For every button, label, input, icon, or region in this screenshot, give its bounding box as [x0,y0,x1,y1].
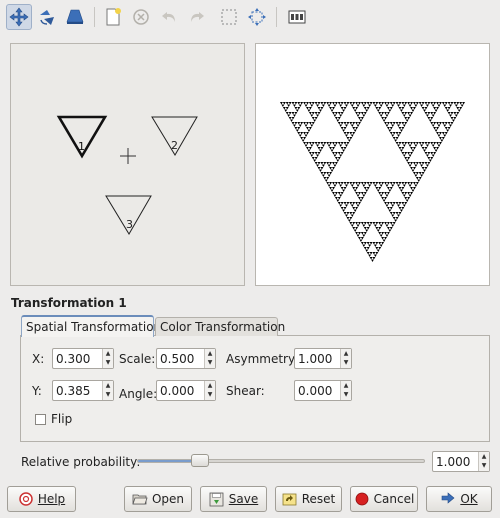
redo-icon [191,12,204,22]
transform-triangle-1[interactable]: 1 [56,115,108,159]
probability-spin-arrows[interactable]: ▲ ▼ [478,452,489,471]
tab-spatial-transformation[interactable]: Spatial Transformation [21,315,161,337]
recompute-center-icon [248,8,266,26]
tab-color-transformation[interactable]: Color Transformation [155,317,285,336]
preview-area [255,43,490,286]
rotate-icon [40,10,54,25]
sierpinski-fractal [280,102,465,262]
reset-button[interactable]: Reset [275,486,342,512]
transform-triangle-3[interactable]: 3 [105,195,152,235]
triangle-label-3: 3 [126,218,133,231]
save-label: Save [228,492,259,506]
open-label: Open [151,492,185,506]
select-all-icon [221,9,237,25]
asymmetry-spinbox[interactable]: 1.000 ▲ ▼ [294,348,352,369]
scale-spin-arrows[interactable]: ▲ ▼ [204,349,215,368]
ok-icon [440,491,456,507]
shear-value: 0.000 [298,384,333,398]
flip-label: Flip [51,412,73,426]
delete-button[interactable] [128,4,154,30]
transformation-title: Transformation 1 [11,296,127,310]
y-spinbox[interactable]: 0.385 ▲ ▼ [52,380,114,401]
ok-label: OK [460,492,478,506]
folder-open-icon [132,491,148,507]
reset-icon [282,491,298,507]
asymmetry-label: Asymmetry: [226,352,299,366]
tab-spatial-label: Spatial Transformation [26,320,162,334]
new-transform-icon [106,8,121,26]
reset-label: Reset [301,492,336,506]
move-icon [9,7,29,27]
select-all-button[interactable] [216,4,242,30]
triangle-label-1: 1 [78,140,85,153]
tab-color-label: Color Transformation [160,320,286,334]
transform-triangle-2[interactable]: 2 [151,116,198,156]
x-label: X: [32,352,45,366]
recompute-center-button[interactable] [244,4,270,30]
probability-slider-handle[interactable] [191,454,209,467]
asymmetry-value: 1.000 [298,352,333,366]
y-value: 0.385 [56,384,91,398]
angle-spin-arrows[interactable]: ▲ ▼ [204,381,215,400]
scale-value: 0.500 [160,352,195,366]
scale-label: Scale: [119,352,156,366]
cancel-label: Cancel [373,492,415,506]
stretch-button[interactable] [62,4,88,30]
flip-checkbox[interactable] [35,414,46,425]
design-canvas[interactable]: 1 2 3 [11,44,246,287]
help-button[interactable]: Help [7,486,76,512]
toolbar-separator [94,7,95,27]
fractal-preview [280,102,465,262]
shear-spinbox[interactable]: 0.000 ▲ ▼ [294,380,352,401]
asymmetry-spin-arrows[interactable]: ▲ ▼ [340,349,351,368]
cancel-button[interactable]: Cancel [350,486,418,512]
angle-value: 0.000 [160,384,195,398]
preview-toggle-icon [288,10,306,24]
rotate-button[interactable] [34,4,60,30]
x-value: 0.300 [56,352,91,366]
shear-label: Shear: [226,384,265,398]
triangle-label-2: 2 [171,139,178,152]
ok-button[interactable]: OK [426,486,492,512]
probability-slider[interactable] [137,459,425,463]
open-button[interactable]: Open [124,486,192,512]
undo-button[interactable] [156,4,182,30]
redo-button[interactable] [184,4,210,30]
probability-label: Relative probability: [21,455,141,469]
help-icon [18,491,34,507]
save-button[interactable]: Save [200,486,267,512]
x-spin-arrows[interactable]: ▲ ▼ [102,349,113,368]
x-spinbox[interactable]: 0.300 ▲ ▼ [52,348,114,369]
preview-toggle-button[interactable] [284,4,310,30]
cancel-icon [354,491,370,507]
probability-spinbox[interactable]: 1.000 ▲ ▼ [432,451,490,472]
save-icon [209,491,225,507]
toolbar-separator [276,7,277,27]
y-label: Y: [32,384,42,398]
shear-spin-arrows[interactable]: ▲ ▼ [340,381,351,400]
y-spin-arrows[interactable]: ▲ ▼ [102,381,113,400]
center-cross-icon[interactable] [120,148,136,164]
stretch-icon [66,9,84,24]
angle-label: Angle: [119,387,158,401]
angle-spinbox[interactable]: 0.000 ▲ ▼ [156,380,216,401]
new-transform-button[interactable] [100,4,126,30]
scale-spinbox[interactable]: 0.500 ▲ ▼ [156,348,216,369]
probability-value: 1.000 [436,455,471,469]
help-label: Help [37,492,66,506]
move-button[interactable] [6,4,32,30]
undo-icon [162,12,175,22]
design-area[interactable]: 1 2 3 [10,43,245,286]
delete-icon [133,9,149,25]
